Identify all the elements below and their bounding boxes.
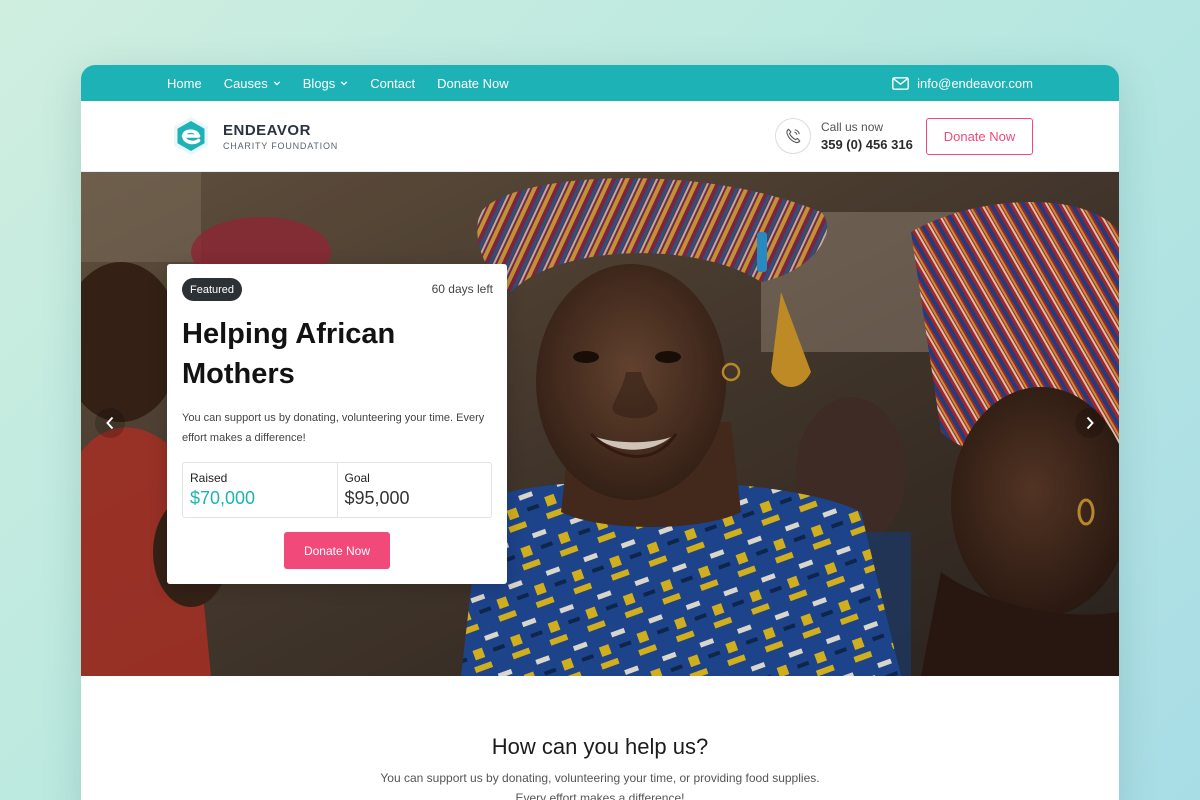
slider-prev-button[interactable] xyxy=(95,408,125,438)
raised-stat: Raised $70,000 xyxy=(183,463,337,517)
mail-icon xyxy=(892,76,910,90)
chevron-down-icon xyxy=(341,81,348,86)
logo-mark-icon xyxy=(174,117,208,155)
cause-stats: Raised $70,000 Goal $95,000 xyxy=(182,462,492,518)
call-info: Call us now 359 (0) 456 316 xyxy=(821,120,913,152)
nav-contact-label: Contact xyxy=(370,75,416,91)
nav-home[interactable]: Home xyxy=(167,76,202,91)
nav-causes[interactable]: Causes xyxy=(224,76,281,91)
help-text: You can support us by donating, voluntee… xyxy=(81,768,1119,800)
nav-contact[interactable]: Contact xyxy=(370,76,415,91)
email-link[interactable]: info@endeavor.com xyxy=(892,65,1033,101)
phone-icon-circle xyxy=(775,118,811,154)
hero-slider: Featured 60 days left Helping African Mo… xyxy=(81,172,1119,676)
chevron-left-icon xyxy=(106,416,114,430)
help-text-line1: You can support us by donating, voluntee… xyxy=(380,771,820,785)
help-text-line2: Every effort makes a difference! xyxy=(515,791,685,800)
nav-donate-now[interactable]: Donate Now xyxy=(437,76,509,91)
logo[interactable]: ENDEAVOR CHARITY FOUNDATION xyxy=(171,116,338,156)
raised-value: $70,000 xyxy=(190,488,256,508)
brand-name: ENDEAVOR xyxy=(223,121,311,139)
nav-blogs-label: Blogs xyxy=(302,75,336,91)
call-number: 359 (0) 456 316 xyxy=(821,137,913,152)
chevron-down-icon xyxy=(273,81,281,86)
cause-description: You can support us by donating, voluntee… xyxy=(182,412,485,444)
goal-stat: Goal $95,000 xyxy=(336,463,492,517)
featured-cause-card: Featured 60 days left Helping African Mo… xyxy=(167,264,507,584)
goal-label: Goal xyxy=(344,471,370,485)
help-section: How can you help us? You can support us … xyxy=(81,676,1119,800)
days-left: 60 days left xyxy=(431,282,493,296)
header-donate-button[interactable]: Donate Now xyxy=(926,118,1033,155)
brand-subtitle: CHARITY FOUNDATION xyxy=(223,140,339,151)
email-address: info@endeavor.com xyxy=(917,75,1033,91)
browser-window: Home Causes Blogs Contact Donate Now inf… xyxy=(81,65,1119,800)
call-label: Call us now xyxy=(821,120,884,134)
chevron-right-icon xyxy=(1086,416,1094,430)
site-header: ENDEAVOR CHARITY FOUNDATION Call us now … xyxy=(81,101,1119,172)
nav-donate-now-label: Donate Now xyxy=(437,75,509,91)
nav-home-label: Home xyxy=(167,75,202,91)
call-us[interactable]: Call us now 359 (0) 456 316 xyxy=(775,118,913,154)
nav-blogs[interactable]: Blogs xyxy=(303,76,349,91)
top-bar: Home Causes Blogs Contact Donate Now inf… xyxy=(81,65,1119,101)
nav-causes-label: Causes xyxy=(223,75,268,91)
goal-value: $95,000 xyxy=(344,488,410,508)
card-donate-button[interactable]: Donate Now xyxy=(284,532,390,569)
logo-text: ENDEAVOR CHARITY FOUNDATION xyxy=(223,122,338,151)
featured-badge: Featured xyxy=(182,278,243,301)
slider-next-button[interactable] xyxy=(1075,408,1105,438)
help-title: How can you help us? xyxy=(491,734,709,759)
cause-title: Helping African Mothers xyxy=(182,318,396,390)
phone-icon xyxy=(786,128,801,144)
top-nav: Home Causes Blogs Contact Donate Now xyxy=(167,65,509,101)
raised-label: Raised xyxy=(190,471,228,485)
